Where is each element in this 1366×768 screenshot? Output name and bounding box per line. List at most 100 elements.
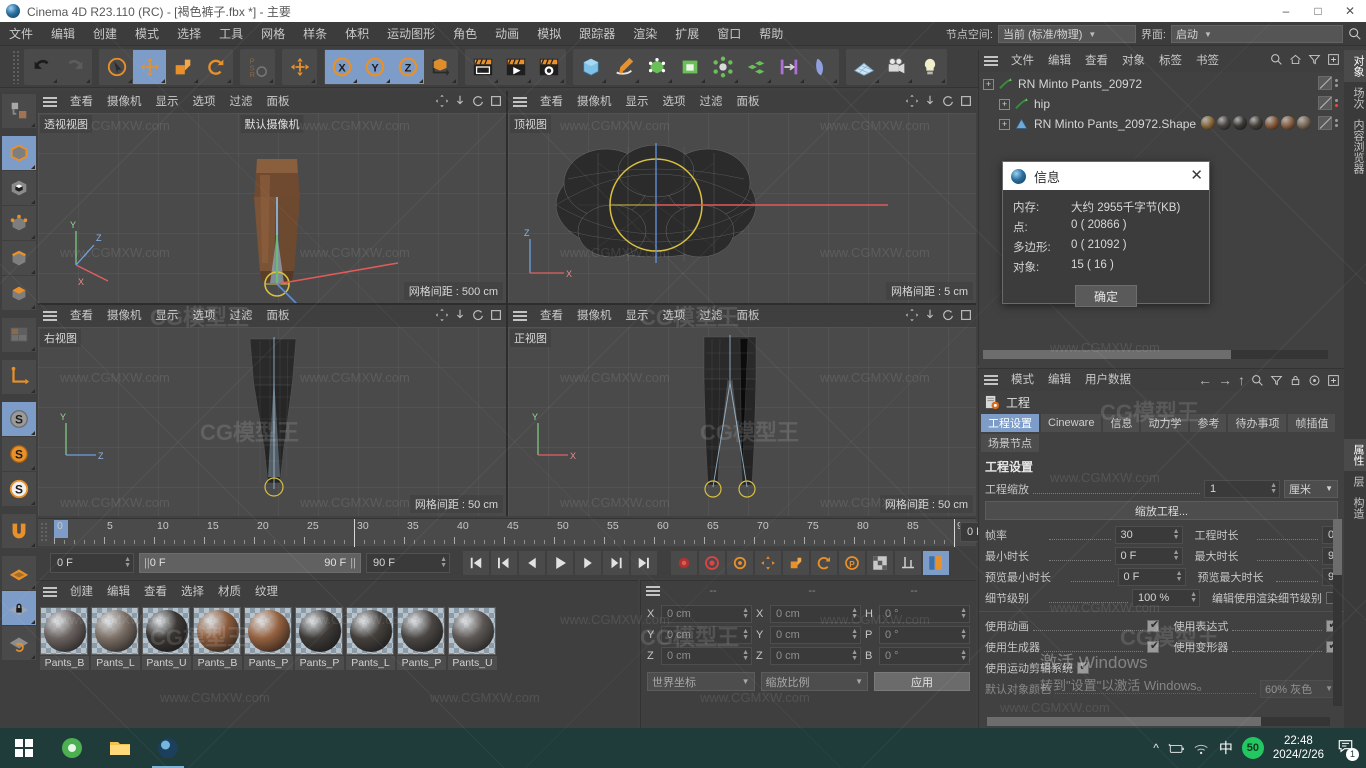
- close-button[interactable]: ✕: [1334, 0, 1366, 22]
- preview-min-input[interactable]: 0 F ▲ ▼: [1117, 567, 1186, 586]
- menu-网格[interactable]: 网格: [252, 22, 294, 46]
- taskbar-cinema4d-icon[interactable]: [144, 728, 192, 768]
- undo-button[interactable]: [25, 49, 58, 84]
- material-preview[interactable]: [91, 607, 139, 655]
- current-frame-field[interactable]: 0 F ▲ ▼: [50, 553, 134, 573]
- material-item[interactable]: Pants_B: [193, 607, 242, 670]
- stepper-icon[interactable]: ▲▼: [1173, 549, 1180, 562]
- menu-扩展[interactable]: 扩展: [666, 22, 708, 46]
- spline-pen-button[interactable]: [607, 49, 640, 84]
- object-menu-书签[interactable]: 书签: [1189, 50, 1226, 72]
- rotation-key-button[interactable]: [811, 551, 837, 575]
- timeline-ruler[interactable]: 0510152025303540455055606570758085900 F▲…: [54, 519, 1030, 547]
- close-icon[interactable]: ✕: [1190, 166, 1203, 184]
- material-item[interactable]: Pants_U: [142, 607, 191, 670]
- go-to-prev-key-button[interactable]: [491, 551, 517, 575]
- rotate-icon[interactable]: [941, 94, 955, 108]
- move-axis-button[interactable]: [283, 49, 316, 84]
- vertical-tab-内容浏览器[interactable]: 内容浏览器: [1344, 114, 1366, 179]
- visibility-dot-render[interactable]: [1335, 124, 1338, 127]
- material-item[interactable]: Pants_L: [346, 607, 395, 670]
- pan-icon[interactable]: [905, 94, 919, 108]
- generator-button[interactable]: [640, 49, 673, 84]
- lock-y-axis-button[interactable]: Y: [358, 49, 391, 84]
- viewport-menu-icon[interactable]: [42, 95, 58, 109]
- default-object-color-select[interactable]: 60% 灰色 ▼: [1260, 679, 1338, 698]
- start-button[interactable]: [0, 728, 48, 768]
- workplane-button[interactable]: [2, 556, 36, 590]
- attribute-tab-参考[interactable]: 参考: [1190, 414, 1227, 432]
- go-to-end-button[interactable]: [631, 551, 657, 575]
- material-tag-icon[interactable]: [1281, 116, 1295, 130]
- home-icon[interactable]: [1289, 53, 1302, 66]
- rotation-input[interactable]: 0 ° ▲ ▼: [879, 647, 970, 665]
- array-button[interactable]: [706, 49, 739, 84]
- viewport-perspective[interactable]: 查看 摄像机 显示 选项 过滤 面板 透视视图 默认摄像机 网格间距 : 500…: [38, 91, 506, 303]
- object-row[interactable]: + hip: [979, 94, 1344, 114]
- material-preview[interactable]: [448, 607, 496, 655]
- viewport-menu-camera[interactable]: 摄像机: [570, 91, 619, 113]
- world-object-coord-button[interactable]: [424, 49, 457, 84]
- info-dialog[interactable]: 信息 ✕ 内存: 大约 2955千字节(KB) 点: 0 ( 20866 ) 多边形: 0…: [1002, 161, 1210, 307]
- light-button[interactable]: [913, 49, 946, 84]
- menu-运动图形[interactable]: 运动图形: [378, 22, 444, 46]
- viewport-menu-options[interactable]: 选项: [656, 305, 693, 327]
- vertical-tab-对象[interactable]: 对象: [1344, 50, 1366, 82]
- lock-x-axis-button[interactable]: X: [325, 49, 358, 84]
- material-preview[interactable]: [295, 607, 343, 655]
- rotate-icon[interactable]: [941, 308, 955, 322]
- tray-badge[interactable]: 50: [1241, 737, 1264, 759]
- rotation-input[interactable]: 0 ° ▲ ▼: [879, 605, 970, 623]
- stepper-icon[interactable]: ▲▼: [1176, 570, 1183, 583]
- visibility-dot-editor[interactable]: [1335, 119, 1338, 122]
- menu-跟踪器[interactable]: 跟踪器: [570, 22, 624, 46]
- visibility-dot-render[interactable]: [1335, 84, 1338, 87]
- texture-mode-button[interactable]: [2, 171, 36, 205]
- pan-icon[interactable]: [905, 308, 919, 322]
- stepper-icon[interactable]: ▲▼: [440, 556, 447, 569]
- record-active-objects-button[interactable]: [671, 551, 697, 575]
- edge-mode-button[interactable]: [2, 241, 36, 275]
- magnet-tool-button[interactable]: [2, 514, 36, 548]
- filter-icon[interactable]: [1270, 374, 1283, 387]
- target-icon[interactable]: [1308, 374, 1321, 387]
- info-ok-button[interactable]: 确定: [1075, 285, 1137, 307]
- material-item[interactable]: Pants_P: [397, 607, 446, 670]
- attribute-menu-用户数据[interactable]: 用户数据: [1078, 369, 1138, 391]
- object-row[interactable]: + RN Minto Pants_20972: [979, 74, 1344, 94]
- chevron-up-icon[interactable]: ^: [1153, 741, 1159, 755]
- use-generators-checkbox[interactable]: [1147, 639, 1160, 653]
- material-list[interactable]: Pants_B Pants_L Pants_U Pants_B Pants_P Pants…: [38, 603, 638, 674]
- render-view-button[interactable]: [466, 49, 499, 84]
- minimize-button[interactable]: –: [1270, 0, 1302, 22]
- material-preview[interactable]: [142, 607, 190, 655]
- stepper-icon[interactable]: ▲▼: [960, 607, 967, 620]
- zoom-icon[interactable]: [923, 308, 937, 322]
- timeline-mode-button[interactable]: [895, 551, 921, 575]
- render-settings-button[interactable]: [532, 49, 565, 84]
- object-manager-hscrollbar[interactable]: [983, 350, 1328, 359]
- taskbar-file-explorer-icon[interactable]: [96, 728, 144, 768]
- maximize-viewport-icon[interactable]: [959, 308, 973, 322]
- viewport-menu-view[interactable]: 查看: [63, 305, 100, 327]
- rotate-icon[interactable]: [471, 308, 485, 322]
- menu-体积[interactable]: 体积: [336, 22, 378, 46]
- param-key-button[interactable]: P: [839, 551, 865, 575]
- step-forward-button[interactable]: [575, 551, 601, 575]
- menu-渲染[interactable]: 渲染: [624, 22, 666, 46]
- viewport-top[interactable]: 查看 摄像机 显示 选项 过滤 面板 顶视图 网格间距 : 5 cm Z X: [508, 91, 976, 303]
- viewport-menu-view[interactable]: 查看: [63, 91, 100, 113]
- viewport-menu-options[interactable]: 选项: [186, 91, 223, 113]
- render-queue-button[interactable]: [499, 49, 532, 84]
- zoom-icon[interactable]: [923, 94, 937, 108]
- select-tool-button[interactable]: [100, 49, 133, 84]
- go-to-next-key-button[interactable]: [603, 551, 629, 575]
- visibility-tag-icon[interactable]: [1318, 96, 1332, 110]
- pan-icon[interactable]: [435, 308, 449, 322]
- material-tag-icon[interactable]: [1233, 116, 1247, 130]
- viewport-menu-options[interactable]: 选项: [656, 91, 693, 113]
- point-level-anim-button[interactable]: [867, 551, 893, 575]
- stepper-icon[interactable]: ▲▼: [851, 628, 858, 641]
- menu-模式[interactable]: 模式: [126, 22, 168, 46]
- visibility-dot-render[interactable]: [1335, 104, 1338, 107]
